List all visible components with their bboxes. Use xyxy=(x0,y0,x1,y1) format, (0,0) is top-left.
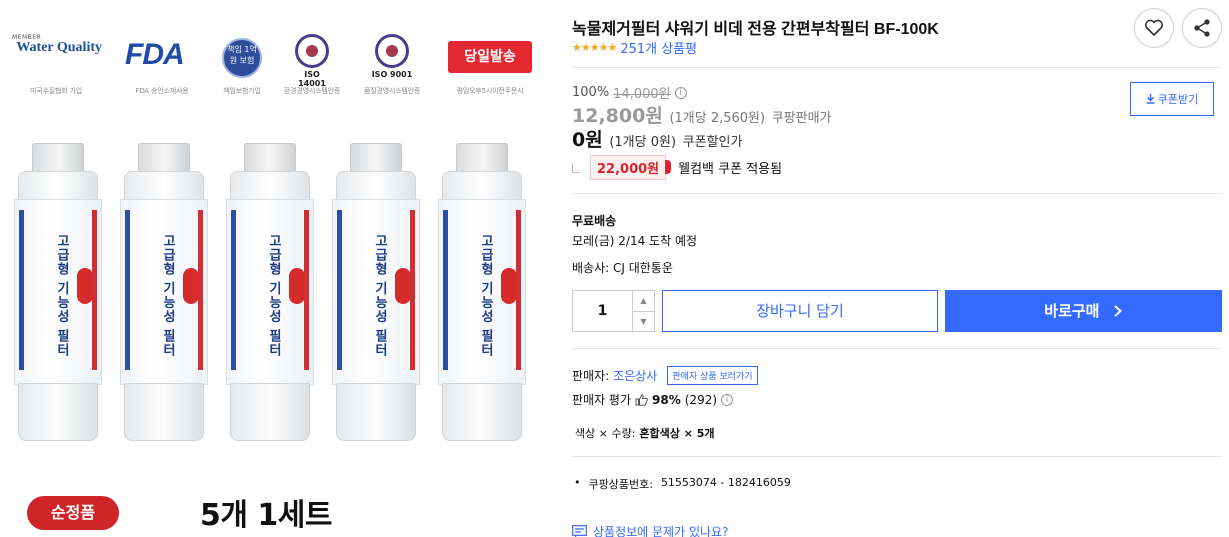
iso9001-seal: ISO 9001 xyxy=(370,34,414,79)
badge-caption: 품질경영시스템인증 xyxy=(363,87,421,95)
seller-rating-row: 판매자 평가 98% (292) i xyxy=(572,391,734,408)
product-number-row: • 쿠팡상품번호: 51553074 - 182416059 xyxy=(574,476,791,492)
fda-logo: FDA xyxy=(125,38,185,71)
coupon-price-row: 0원 (1개당 0원) 쿠폰할인가 xyxy=(572,125,742,152)
insurance-seal: 책임 1억원 보험 xyxy=(222,38,262,78)
seller-rating-count: (292) xyxy=(684,392,718,407)
coupon-unit-price: (1개당 0원) xyxy=(609,135,677,150)
bullet-icon: • xyxy=(574,476,581,489)
product-detail-panel: 녹물제거필터 샤워기 비데 전용 간편부착필터 BF-100K ★★★★★ 25… xyxy=(572,0,1229,537)
filter-cartridge: 고급형 기능성 필터 xyxy=(328,143,424,443)
filter-cartridge: 고급형 기능성 필터 xyxy=(116,143,212,443)
review-count-link[interactable]: 251개 상품평 xyxy=(620,38,697,57)
sameday-badge: 당일발송 xyxy=(448,41,532,73)
rating-row: ★★★★★ 251개 상품평 xyxy=(572,38,697,57)
option-summary: 색상 × 수량: 혼합색상 × 5개 xyxy=(575,425,715,441)
seller-row: 판매자: 조은상사 판매자 상품 보러가기 xyxy=(572,366,758,385)
arrival-date: 모레(금) 2/14 도착 예정 xyxy=(572,234,698,248)
badge-caption: 미국수질협회 가입 xyxy=(30,87,82,95)
download-icon xyxy=(1146,94,1155,104)
welcome-coupon-badge: 22,000원 xyxy=(590,155,672,180)
info-icon[interactable]: i xyxy=(674,86,687,99)
seller-label: 판매자: xyxy=(572,369,610,383)
info-icon[interactable]: i xyxy=(721,393,734,406)
add-to-cart-button[interactable]: 장바구니 담기 xyxy=(662,290,938,332)
iso-ring-icon xyxy=(375,34,409,68)
genuine-badge: 순정품 xyxy=(27,496,119,530)
filter-cartridge: 고급형 기능성 필터 xyxy=(222,143,318,443)
set-label: 5개 1세트 xyxy=(200,498,333,533)
seller-name-link[interactable]: 조은상사 xyxy=(613,367,657,384)
welcome-coupon-text: 웰컴백 쿠폰 적용됨 xyxy=(678,162,783,177)
iso14001-seal: ISO 14001 xyxy=(290,34,334,88)
wishlist-button[interactable] xyxy=(1134,8,1174,48)
seller-rating-value: 98% xyxy=(652,392,681,407)
badge-caption: 평일오후5시이전주문시 xyxy=(456,87,524,95)
product-number-value: 51553074 - 182416059 xyxy=(660,476,791,489)
share-button[interactable] xyxy=(1182,8,1222,48)
report-issue-label: 상품정보에 문제가 있나요? xyxy=(593,525,729,537)
water-quality-logo: MEMBER Water Quality xyxy=(12,34,102,55)
free-shipping-label: 무료배송 xyxy=(572,214,617,228)
filter-cartridge: 고급형 기능성 필터 xyxy=(10,143,106,443)
filter-cartridge: 고급형 기능성 필터 xyxy=(434,143,530,443)
report-icon xyxy=(572,525,587,537)
quantity-up-icon[interactable]: ▲ xyxy=(633,291,654,311)
iso-ring-icon xyxy=(295,34,329,68)
wq-logo-text: Water Quality xyxy=(16,40,102,55)
option-value: 혼합색상 × 5개 xyxy=(639,427,715,440)
original-price-row: 100% 14,000원 i xyxy=(572,83,687,102)
chevron-right-icon xyxy=(1114,305,1122,317)
buy-now-button[interactable]: 바로구매 xyxy=(945,290,1222,332)
quantity-down-icon[interactable]: ▼ xyxy=(633,310,654,332)
heart-icon xyxy=(1144,19,1164,36)
seller-products-button[interactable]: 판매자 상품 보러가기 xyxy=(667,366,758,385)
product-image[interactable]: MEMBER Water Quality 미국수질협회 가입 FDA FDA 승… xyxy=(0,0,560,537)
sale-price: 12,800원 xyxy=(572,105,663,127)
divider xyxy=(572,456,1222,457)
quantity-arrows: ▲ ▼ xyxy=(632,291,654,331)
sale-unit-price: (1개당 2,560원) xyxy=(669,111,766,126)
seller-rating-label: 판매자 평가 xyxy=(572,393,632,407)
star-rating-icon: ★★★★★ xyxy=(572,41,617,54)
product-number-label: 쿠팡상품번호: xyxy=(588,478,653,491)
quantity-value[interactable]: 1 xyxy=(573,291,632,331)
divider xyxy=(572,193,1222,194)
coupon-price-label: 쿠폰할인가 xyxy=(682,135,743,150)
quantity-stepper[interactable]: 1 ▲ ▼ xyxy=(572,290,655,332)
coupon-button-label: 쿠폰받기 xyxy=(1157,93,1199,106)
product-title: 녹물제거필터 샤워기 비데 전용 간편부착필터 BF-100K xyxy=(572,21,939,38)
filter-label: 고급형 기능성 필터 xyxy=(54,234,69,358)
coupon-price: 0원 xyxy=(572,129,603,151)
coupon-download-button[interactable]: 쿠폰받기 xyxy=(1130,82,1214,116)
filter-label: 고급형 기능성 필터 xyxy=(160,234,175,358)
thumbs-up-icon xyxy=(635,393,648,406)
divider xyxy=(572,348,1222,349)
sale-price-label: 쿠팡판매가 xyxy=(771,111,832,126)
corner-icon xyxy=(572,162,580,173)
share-icon xyxy=(1194,19,1210,37)
original-price: 14,000원 xyxy=(613,87,671,102)
divider xyxy=(572,67,1222,68)
discount-rate: 100% xyxy=(572,85,610,100)
buy-now-label: 바로구매 xyxy=(1044,302,1100,320)
filter-label: 고급형 기능성 필터 xyxy=(478,234,493,358)
sale-price-row: 12,800원 (1개당 2,560원) 쿠팡판매가 xyxy=(572,101,832,128)
carrier-label: 배송사: CJ 대한통운 xyxy=(572,261,673,275)
report-issue-link[interactable]: 상품정보에 문제가 있나요? xyxy=(572,523,728,537)
option-label: 색상 × 수량: xyxy=(575,427,636,440)
filter-label: 고급형 기능성 필터 xyxy=(266,234,281,358)
filter-label: 고급형 기능성 필터 xyxy=(372,234,387,358)
iso-label: ISO 9001 xyxy=(371,70,413,79)
welcome-coupon-row: 22,000원 웰컴백 쿠폰 적용됨 xyxy=(572,155,782,180)
